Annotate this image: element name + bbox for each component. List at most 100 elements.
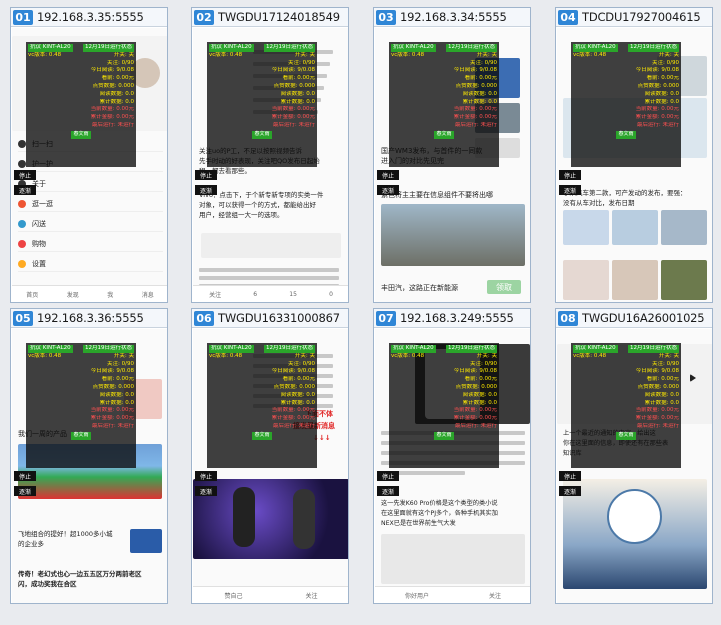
device-screen[interactable]: 扫一扫护一护关于逛一逛闪送购物设置首页发现我消息抗议 KINT-AL2012月1… — [12, 28, 167, 302]
overlay-right: 今日阅读: 9/0.08 — [635, 67, 679, 74]
overlay-right: 累计金额: 0.00元 — [635, 114, 679, 121]
device-tile[interactable]: 06TWGDU16331000867下面不体接发最新消息↓↓↓赞自己关注抗议 K… — [191, 308, 349, 604]
browse-button[interactable]: 逐渐 — [377, 486, 399, 496]
device-screen[interactable]: 这一先发K60 Pro价格是这个类型的类小说 在这里面就有这个PJ多个，各种手机其… — [375, 329, 530, 603]
tab-item[interactable]: 你好用户 — [405, 591, 429, 600]
stop-button[interactable]: 停止 — [14, 471, 36, 481]
news-image[interactable] — [563, 260, 609, 300]
overlay-row: 当前数量: 0.00元 — [209, 106, 315, 114]
browse-button[interactable]: 逐渐 — [195, 185, 217, 195]
browse-button[interactable]: 逐渐 — [559, 486, 581, 496]
tab-item[interactable]: 赞自己 — [224, 591, 242, 600]
overlay-right: 当前数量: 0.00元 — [635, 407, 679, 414]
stop-button[interactable]: 停止 — [559, 170, 581, 180]
stop-button[interactable]: 停止 — [195, 471, 217, 481]
feed-headline[interactable]: 传奇！老幻式也心一边五五区万分两前老区 — [18, 569, 142, 579]
device-screen[interactable]: 关注uo的P工，不足以按照视频告诉先手时动的好表现，关注吧QO发布日起始程，都去… — [193, 28, 348, 302]
overlay-status-button[interactable]: 春文雨 — [71, 431, 91, 440]
news-image[interactable] — [661, 210, 707, 245]
device-screen[interactable]: 下面不体接发最新消息↓↓↓赞自己关注抗议 KINT-AL2012月19日运行状态… — [193, 329, 348, 603]
menu-item[interactable]: 逛一逛 — [18, 196, 163, 212]
stop-button[interactable]: 停止 — [559, 471, 581, 481]
claim-button[interactable]: 领取 — [487, 280, 521, 294]
overlay-status-button[interactable]: 春文雨 — [252, 431, 272, 440]
overlay-status-button[interactable]: 春文雨 — [616, 130, 636, 139]
overlay-right: 最后运行: 未运行 — [454, 121, 497, 128]
tab-item[interactable]: 发现 — [67, 290, 79, 299]
overlay-right: 关注: 0/90 — [470, 59, 497, 66]
browse-button[interactable]: 逐渐 — [14, 486, 36, 496]
overlay-status-button[interactable]: 春文雨 — [616, 431, 636, 440]
overlay-right: 今日阅读: 9/0.08 — [453, 368, 497, 375]
device-tile[interactable]: 03 192.168.3.34:5555 国产WM3发布，与首件的一同款进入门的对比… — [373, 7, 531, 303]
tab-item[interactable]: 消息 — [142, 290, 154, 299]
tab-item[interactable]: 15 — [289, 291, 297, 298]
overlay-row: 点赞数据: 0.000 — [573, 83, 679, 91]
script-status-overlay: 抗议 KINT-AL20 12月19日运行状态 vc版本: 0.48 开关: 关关注:… — [571, 42, 681, 167]
overlay-right: 开关: 关 — [476, 51, 497, 58]
overlay-right: 点赞数据: 0.000 — [637, 383, 679, 390]
script-status-overlay: 抗议 KINT-AL20 12月19日运行状态 vc版本: 0.48 开关: 关关注:… — [26, 42, 136, 167]
tab-item[interactable]: 关注 — [209, 290, 221, 299]
device-tile[interactable]: 05 192.168.3.36:5555 我们一周的产品飞地组合的提好！超1000多… — [10, 308, 168, 604]
device-tile[interactable]: 02 TWGDU17124018549 关注uo的P工，不足以按照视频告诉先手时动的… — [191, 7, 349, 303]
overlay-row: 累计数据: 0.0 — [209, 99, 315, 107]
device-tile[interactable]: 07 192.168.3.249:5555 这一先发K60 Pro价格是这个类型的类… — [373, 308, 531, 604]
device-tile[interactable]: 01192.168.3.35:5555扫一扫护一护关于逛一逛闪送购物设置首页发现… — [10, 7, 168, 303]
overlay-right: 看前: 0.00元 — [646, 75, 679, 82]
script-status-overlay: 抗议 KINT-AL20 12月19日运行状态 vc版本: 0.48 开关: 关关注:… — [207, 343, 317, 468]
overlay-right: 点赞数据: 0.000 — [637, 82, 679, 89]
feed-subline: 的企业多 — [18, 540, 44, 548]
news-image[interactable] — [612, 260, 658, 300]
overlay-status-button[interactable]: 春文雨 — [434, 130, 454, 139]
browse-button[interactable]: 逐渐 — [377, 185, 399, 195]
tab-item[interactable]: 我 — [107, 290, 113, 299]
tab-item[interactable]: 6 — [253, 291, 257, 298]
device-tile[interactable]: 04 TDCDU17927004615 小米汽车第二款，可产发动的发布，要强： 没有从… — [555, 7, 713, 303]
overlay-row: 最后运行: 未运行 — [28, 423, 134, 431]
overlay-row: 抗议 KINT-AL20 12月19日运行状态 — [573, 345, 679, 353]
overlay-row: 抗议 KINT-AL20 12月19日运行状态 — [28, 345, 134, 353]
device-grid: 01192.168.3.35:5555扫一扫护一护关于逛一逛闪送购物设置首页发现… — [0, 0, 721, 625]
browse-button[interactable]: 逐渐 — [195, 486, 217, 496]
overlay-right: 看前: 0.00元 — [282, 376, 315, 383]
device-screen[interactable]: 小米汽车第二款，可产发动的发布，要强： 没有从车对比，发布日期 抗议 KINT-AL… — [557, 28, 712, 302]
feed-headline[interactable]: 飞地组合的提好！超1000多小城 — [18, 529, 113, 539]
device-id: 192.168.3.34:5555 — [400, 10, 507, 24]
news-headline[interactable]: 丰田汽，这路正在新能源 — [381, 283, 458, 293]
overlay-right: 当前数量: 0.00元 — [90, 106, 134, 113]
menu-item[interactable]: 关于 — [18, 176, 163, 192]
overlay-status-button[interactable]: 春文雨 — [252, 130, 272, 139]
news-headline[interactable]: 小米汽车第二款，可产发动的发布，要强： — [563, 188, 687, 198]
stop-button[interactable]: 停止 — [195, 170, 217, 180]
bottom-tab-bar: 首页 发现 我 消息 — [12, 285, 167, 302]
stop-button[interactable]: 停止 — [377, 170, 399, 180]
menu-icon — [18, 199, 26, 208]
news-image[interactable] — [612, 210, 658, 245]
article-image[interactable] — [381, 534, 525, 584]
device-tile[interactable]: 08 TWGDU16A26001025 上一个最近的通知的内容，给出这 你在这里面的… — [555, 308, 713, 604]
device-screen[interactable]: 我们一周的产品飞地组合的提好！超1000多小城的企业多传奇！老幻式也心一边五五区… — [12, 329, 167, 603]
news-image[interactable] — [563, 210, 609, 245]
tab-item[interactable]: 关注 — [305, 591, 317, 600]
tab-item[interactable]: 首页 — [26, 290, 38, 299]
menu-item[interactable]: 闪送 — [18, 216, 163, 232]
browse-button[interactable]: 逐渐 — [14, 185, 36, 195]
news-image[interactable] — [661, 260, 707, 300]
browse-button[interactable]: 逐渐 — [559, 185, 581, 195]
tab-item[interactable]: 0 — [329, 291, 333, 298]
stop-button[interactable]: 停止 — [14, 170, 36, 180]
play-icon[interactable] — [690, 374, 696, 382]
overlay-status-button[interactable]: 春文雨 — [434, 431, 454, 440]
stop-button[interactable]: 停止 — [377, 471, 399, 481]
tab-item[interactable]: 关注 — [489, 591, 501, 600]
menu-item[interactable]: 购物 — [18, 236, 163, 252]
overlay-row: 关注: 0/90 — [573, 60, 679, 68]
news-image[interactable] — [381, 204, 525, 266]
device-screen[interactable]: 上一个最近的通知的内容，给出这 你在这里面的信息，即使还有在那些表知识库抗议 K… — [557, 329, 712, 603]
device-screen[interactable]: 国产WM3发布，与首件的一同款进入门的对比先见完紫色将主主要在信息组件不要将出哪… — [375, 28, 530, 302]
overlay-row: 看前: 0.00元 — [28, 75, 134, 83]
menu-item[interactable]: 设置 — [18, 256, 163, 272]
phone-status-bar — [193, 28, 348, 37]
overlay-status-button[interactable]: 春文雨 — [71, 130, 91, 139]
